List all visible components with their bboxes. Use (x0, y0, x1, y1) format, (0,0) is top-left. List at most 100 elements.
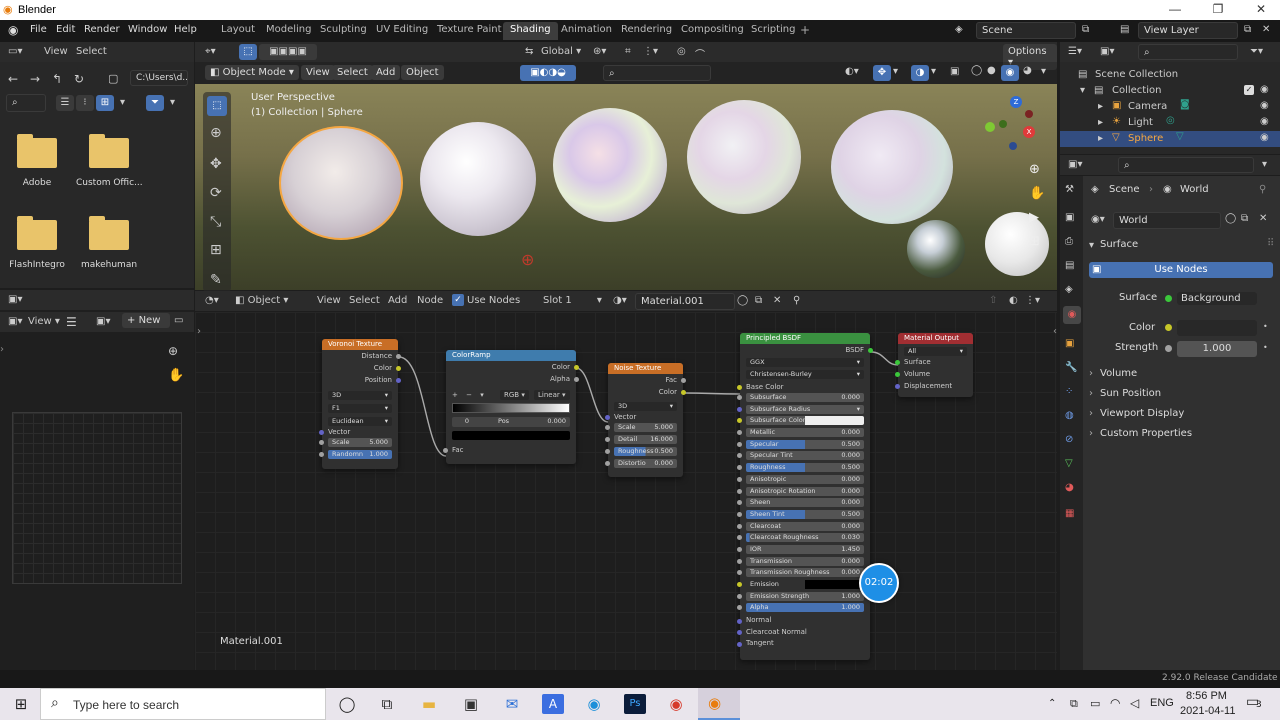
hand-icon[interactable]: ✋ (1029, 186, 1045, 201)
pos-field[interactable]: 0.000 (547, 417, 566, 426)
xray-icon[interactable]: ▣ (950, 66, 959, 77)
stop-color-swatch[interactable] (452, 431, 570, 440)
sidebar-toggle-icon[interactable]: ‹ (1053, 326, 1057, 337)
folder-item[interactable]: FlashIntegro (6, 216, 68, 276)
scene-field[interactable]: Scene (976, 22, 1076, 39)
world-name-field[interactable]: World (1113, 212, 1221, 229)
pin-icon[interactable]: ⚲ (793, 295, 800, 306)
menu-render[interactable]: Render (84, 24, 120, 35)
outliner-search-input[interactable]: ⌕ (1138, 44, 1238, 60)
new-image-button[interactable]: + New (122, 313, 170, 328)
object-type-dropdown[interactable]: ◧ Object ▾ (235, 295, 288, 306)
sun-position-panel-title[interactable]: Sun Position (1100, 388, 1161, 399)
bsdf-field-clearcoat-roughness[interactable]: Clearcoat Roughness 0.030 (737, 533, 864, 543)
transform-tool-icon[interactable]: ⊞ (210, 242, 222, 258)
tab-compositing[interactable]: Compositing (674, 22, 751, 40)
filter-icons[interactable]: ▣◐◑◒ (520, 65, 576, 81)
overlay-dropdown-icon[interactable]: ▾ (931, 66, 936, 77)
collapse-icon[interactable]: ▾ (1089, 240, 1094, 251)
file-search-input[interactable]: ⌕ (6, 94, 46, 112)
parent-node-tree-icon[interactable]: ⇧ (989, 295, 997, 306)
ramp-mode-dropdown[interactable]: RGB ▾ (500, 390, 529, 400)
app-icon[interactable]: A (542, 694, 564, 714)
bsdf-field-sheen[interactable]: Sheen 0.000 (737, 498, 864, 508)
bsdf-field-alpha[interactable]: Alpha 1.000 (737, 603, 864, 613)
expand-icon[interactable]: ▾ (1080, 85, 1085, 96)
dimensions-dropdown[interactable]: 3D ▾ (614, 402, 677, 411)
hamburger-icon[interactable]: ☰ (66, 315, 77, 329)
pin-icon[interactable]: ⚲ (1259, 184, 1266, 195)
gizmo-neg-x-axis[interactable] (1025, 110, 1033, 118)
menu-window[interactable]: Window (128, 24, 167, 35)
remove-stop-icon[interactable]: − (466, 391, 472, 399)
viewport-object-menu[interactable]: Object (401, 65, 444, 80)
expand-icon[interactable]: › (1089, 388, 1093, 399)
tab-shading[interactable]: Shading (503, 22, 558, 40)
bsdf-field-anisotropic[interactable]: Anisotropic 0.000 (737, 474, 864, 484)
editor-type-icon[interactable]: ▭▾ (8, 46, 22, 57)
gizmo-neg-z-axis[interactable] (1009, 142, 1017, 150)
subsurface-method-dropdown[interactable]: Christensen-Burley ▾ (746, 370, 864, 379)
gizmo-dropdown-icon[interactable]: ▾ (893, 66, 898, 77)
windows-start-icon[interactable]: ⊞ (10, 694, 32, 714)
keyframe-dot-icon[interactable]: • (1263, 322, 1268, 331)
material-tab-icon[interactable]: ◕ (1065, 482, 1074, 493)
view-layer-field[interactable]: View Layer (1138, 22, 1238, 39)
viewport-view-menu[interactable]: View (301, 65, 335, 80)
texture-tab-icon[interactable]: ▦ (1065, 508, 1074, 519)
use-nodes-button[interactable]: ▣ Use Nodes (1089, 262, 1273, 278)
noise-distortion-field[interactable]: Distortio 0.000 (605, 459, 677, 468)
display-mode-icon[interactable]: ▣▾ (1100, 46, 1114, 57)
stop-index-field[interactable]: 0 (456, 417, 478, 426)
transform-orientation-icon[interactable]: ⇆ (525, 46, 533, 57)
cursor-tool-icon[interactable]: ⊕ (210, 125, 222, 141)
ramp-gradient[interactable] (452, 403, 570, 413)
bsdf-field-anisotropic-rotation[interactable]: Anisotropic Rotation 0.000 (737, 486, 864, 496)
gizmo-y-axis[interactable] (985, 122, 995, 132)
back-icon[interactable]: ← (8, 72, 18, 86)
viewport-select-menu[interactable]: Select (332, 65, 373, 80)
data-tab-icon[interactable]: ▽ (1065, 458, 1073, 469)
bsdf-field-subsurface-color[interactable]: Subsurface Color (737, 416, 864, 426)
unlink-material-icon[interactable]: ✕ (773, 295, 781, 306)
mail-icon[interactable]: ✉ (501, 694, 523, 714)
3d-viewport[interactable]: ⬚ ⊕ ✥ ⟳ ⤡ ⊞ ✎ User Perspective (1) Colle… (195, 84, 1057, 292)
copy-view-layer-icon[interactable]: ⧉ (1244, 24, 1251, 35)
duplicate-material-icon[interactable]: ⧉ (755, 295, 762, 306)
blender-menu-icon[interactable]: ◉ (8, 23, 18, 37)
visibility-icon[interactable]: ◐▾ (845, 66, 859, 77)
proportional-falloff-icon[interactable]: ⌒ (695, 46, 705, 61)
forward-icon[interactable]: → (30, 72, 40, 86)
file-select-menu[interactable]: Select (76, 46, 107, 57)
parent-dir-icon[interactable]: ↰ (52, 72, 62, 86)
file-view-menu[interactable]: View (44, 46, 68, 57)
node-editor-canvas[interactable]: ‹ › Voronoi Texture Distance Color Posit… (195, 312, 1057, 670)
scale-tool-icon[interactable]: ⤡ (210, 214, 221, 230)
use-nodes-checkbox[interactable]: ✓ (452, 294, 464, 306)
noise-detail-field[interactable]: Detail 16.000 (605, 435, 677, 444)
node-view-menu[interactable]: View (317, 295, 341, 306)
bsdf-field-transmission-roughness[interactable]: Transmission Roughness 0.000 (737, 568, 864, 578)
folder-item[interactable]: Custom Offic... (76, 134, 143, 194)
snap-node-icon[interactable]: ◐ (1009, 295, 1018, 306)
voronoi-texture-node[interactable]: Voronoi Texture Distance Color Position … (319, 339, 401, 469)
toolbar-toggle-icon[interactable]: › (197, 326, 201, 337)
colorramp-node[interactable]: ColorRamp Color Alpha + − ▾ RGB ▾ Linear… (443, 350, 579, 464)
bsdf-field-specular[interactable]: Specular 0.500 (737, 439, 864, 449)
gizmo-x-axis[interactable]: X (1023, 126, 1035, 138)
slot-dropdown[interactable]: Slot 1 ▾ (543, 295, 602, 306)
world-tab-icon[interactable]: ◉ (1063, 306, 1081, 324)
annotate-tool-icon[interactable]: ✎ (210, 272, 222, 288)
render-tab-icon[interactable]: ▣ (1065, 212, 1074, 223)
distribution-dropdown[interactable]: GGX ▾ (746, 358, 864, 367)
expand-icon[interactable]: › (1089, 408, 1093, 419)
overlay-toggle-icon[interactable]: ◑ (911, 65, 929, 81)
editor-type-icon[interactable]: ▣▾ (1068, 159, 1082, 170)
blender-taskbar-item[interactable]: ◉ (698, 688, 740, 720)
image-browse-icon[interactable]: ▣▾ (96, 316, 110, 327)
tab-uv-editing[interactable]: UV Editing (369, 22, 435, 40)
duplicate-world-icon[interactable]: ⧉ (1241, 213, 1248, 224)
language-indicator[interactable]: ENG (1150, 697, 1174, 709)
close-icon[interactable]: ✕ (1246, 2, 1276, 16)
bsdf-field-transmission[interactable]: Transmission 0.000 (737, 556, 864, 566)
